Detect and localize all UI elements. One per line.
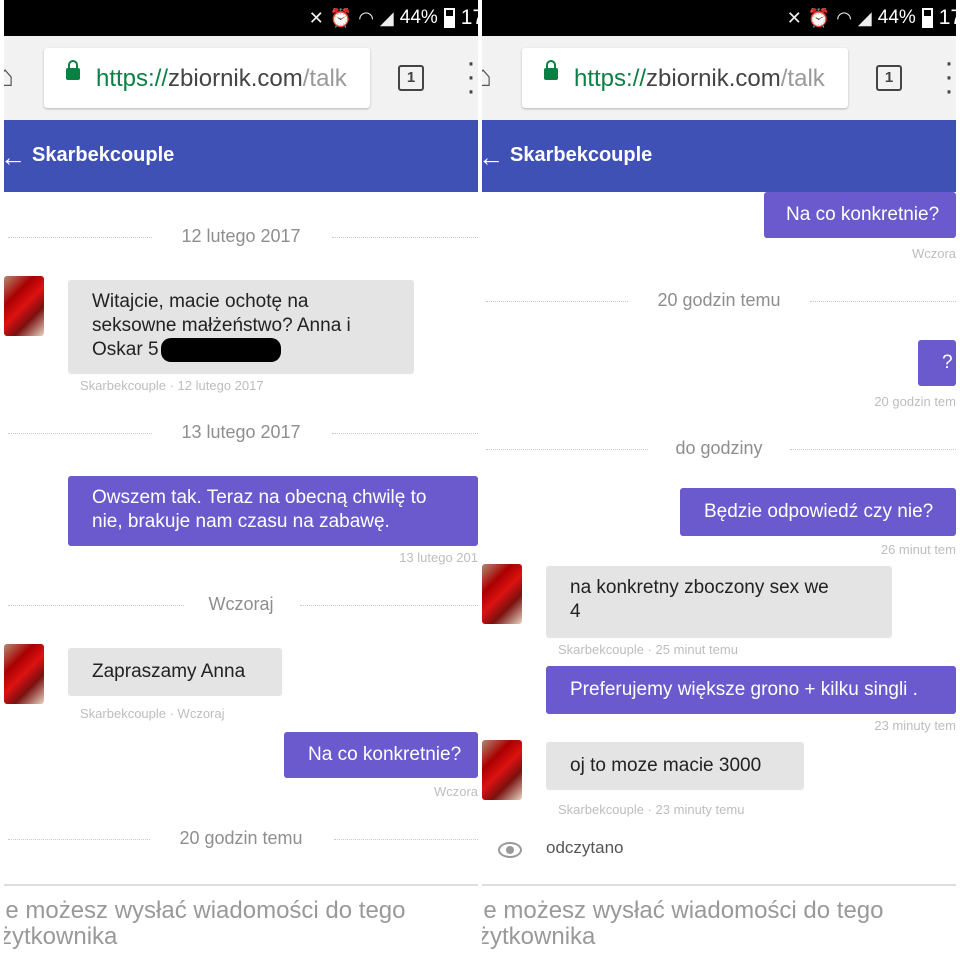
cannot-send-notice: ie możesz wysłać wiadomości do tego żytk… bbox=[482, 897, 884, 950]
left-screenshot-panel: ✕ ⏰ ◠ ◢ 44% 17: ⌂ https://zbiornik.com/t… bbox=[4, 0, 478, 960]
date-separator: Wczoraj bbox=[4, 594, 478, 615]
outgoing-message: Będzie odpowiedź czy nie? bbox=[680, 488, 956, 536]
outgoing-message: Na co konkretnie? bbox=[284, 732, 478, 778]
browser-toolbar: ⌂ https://zbiornik.com/talk 1 · · · bbox=[482, 36, 956, 120]
incoming-message: Zapraszamy Anna bbox=[68, 648, 282, 696]
avatar[interactable] bbox=[4, 276, 44, 336]
chat-header: ← Skarbekcouple bbox=[482, 120, 956, 192]
home-icon[interactable]: ⌂ bbox=[4, 60, 26, 96]
message-meta: 23 minuty tem bbox=[874, 718, 956, 733]
browser-toolbar: ⌂ https://zbiornik.com/talk 1 · · · bbox=[4, 36, 478, 120]
signal-icon: ◢ bbox=[857, 7, 872, 28]
cannot-send-notice: ie możesz wysłać wiadomości do tego żytk… bbox=[4, 897, 406, 950]
date-separator: 20 godzin temu bbox=[4, 828, 478, 849]
clock: 17: bbox=[938, 6, 956, 29]
url-text: https://zbiornik.com/talk bbox=[96, 65, 347, 92]
date-separator: 13 lutego 2017 bbox=[4, 422, 478, 443]
message-meta: Wczora bbox=[433, 784, 478, 799]
outgoing-message: ? bbox=[918, 340, 956, 386]
message-meta: 26 minut tem bbox=[880, 542, 956, 557]
avatar[interactable] bbox=[4, 644, 44, 704]
battery-icon bbox=[921, 8, 933, 28]
chat-title: Skarbekcouple bbox=[32, 144, 175, 166]
alarm-icon: ⏰ bbox=[807, 7, 831, 28]
alarm-icon: ⏰ bbox=[329, 7, 353, 28]
status-bar: ✕ ⏰ ◠ ◢ 44% 17: bbox=[482, 0, 956, 36]
signal-icon: ◢ bbox=[379, 7, 394, 28]
incoming-message: na konkretny zboczony sex we 4 bbox=[546, 566, 892, 638]
battery-percent: 44% bbox=[399, 7, 438, 28]
address-bar[interactable]: https://zbiornik.com/talk bbox=[44, 48, 370, 108]
chat-header: ← Skarbekcouple bbox=[4, 120, 478, 192]
date-separator: do godziny bbox=[482, 438, 956, 459]
date-separator: 12 lutego 2017 bbox=[4, 226, 478, 247]
right-screenshot-panel: ✕ ⏰ ◠ ◢ 44% 17: ⌂ https://zbiornik.com/t… bbox=[482, 0, 956, 960]
wifi-icon: ◠ bbox=[358, 7, 374, 28]
lock-icon bbox=[544, 60, 558, 80]
battery-icon bbox=[443, 8, 455, 28]
menu-icon[interactable]: · · · bbox=[944, 48, 956, 106]
lock-icon bbox=[66, 60, 80, 80]
menu-icon[interactable]: · · · bbox=[466, 48, 478, 106]
message-meta: 13 lutego 201 bbox=[399, 550, 478, 565]
outgoing-message: Preferujemy większe grono + kilku singli… bbox=[546, 666, 956, 714]
avatar[interactable] bbox=[482, 564, 522, 624]
mute-icon: ✕ bbox=[308, 7, 324, 28]
url-text: https://zbiornik.com/talk bbox=[574, 65, 825, 92]
message-meta: Skarbekcouple · 12 lutego 2017 bbox=[80, 378, 264, 393]
back-arrow-icon[interactable]: ← bbox=[482, 142, 504, 173]
message-meta: Skarbekcouple · Wczoraj bbox=[80, 706, 225, 721]
avatar[interactable] bbox=[482, 740, 522, 800]
incoming-message: Witajcie, macie ochotę na seksowne małże… bbox=[68, 280, 414, 374]
chat-title: Skarbekcouple bbox=[510, 144, 653, 166]
compose-area-disabled: ie możesz wysłać wiadomości do tego żytk… bbox=[4, 884, 478, 960]
read-receipt: odczytano bbox=[482, 838, 956, 866]
incoming-message: oj to moze macie 3000 bbox=[546, 742, 804, 790]
message-meta: 20 godzin tem bbox=[874, 394, 956, 409]
tabs-icon[interactable]: 1 bbox=[876, 65, 902, 91]
outgoing-message: Na co konkretnie? bbox=[764, 192, 956, 238]
eye-icon bbox=[498, 842, 522, 858]
read-label: odczytano bbox=[546, 838, 624, 857]
home-icon[interactable]: ⌂ bbox=[482, 60, 504, 96]
clock: 17: bbox=[460, 6, 478, 29]
back-arrow-icon[interactable]: ← bbox=[4, 142, 26, 173]
message-meta: Skarbekcouple · 23 minuty temu bbox=[558, 802, 745, 817]
tabs-icon[interactable]: 1 bbox=[398, 65, 424, 91]
message-meta: Skarbekcouple · 25 minut temu bbox=[558, 642, 738, 657]
message-meta: Wczora bbox=[911, 246, 956, 261]
compose-area-disabled: ie możesz wysłać wiadomości do tego żytk… bbox=[482, 884, 956, 960]
address-bar[interactable]: https://zbiornik.com/talk bbox=[522, 48, 848, 108]
mute-icon: ✕ bbox=[786, 7, 802, 28]
outgoing-message: Owszem tak. Teraz na obecną chwilę to ni… bbox=[68, 476, 478, 546]
wifi-icon: ◠ bbox=[836, 7, 852, 28]
battery-percent: 44% bbox=[877, 7, 916, 28]
date-separator: 20 godzin temu bbox=[482, 290, 956, 311]
redaction-mark bbox=[160, 338, 281, 362]
status-bar: ✕ ⏰ ◠ ◢ 44% 17: bbox=[4, 0, 478, 36]
